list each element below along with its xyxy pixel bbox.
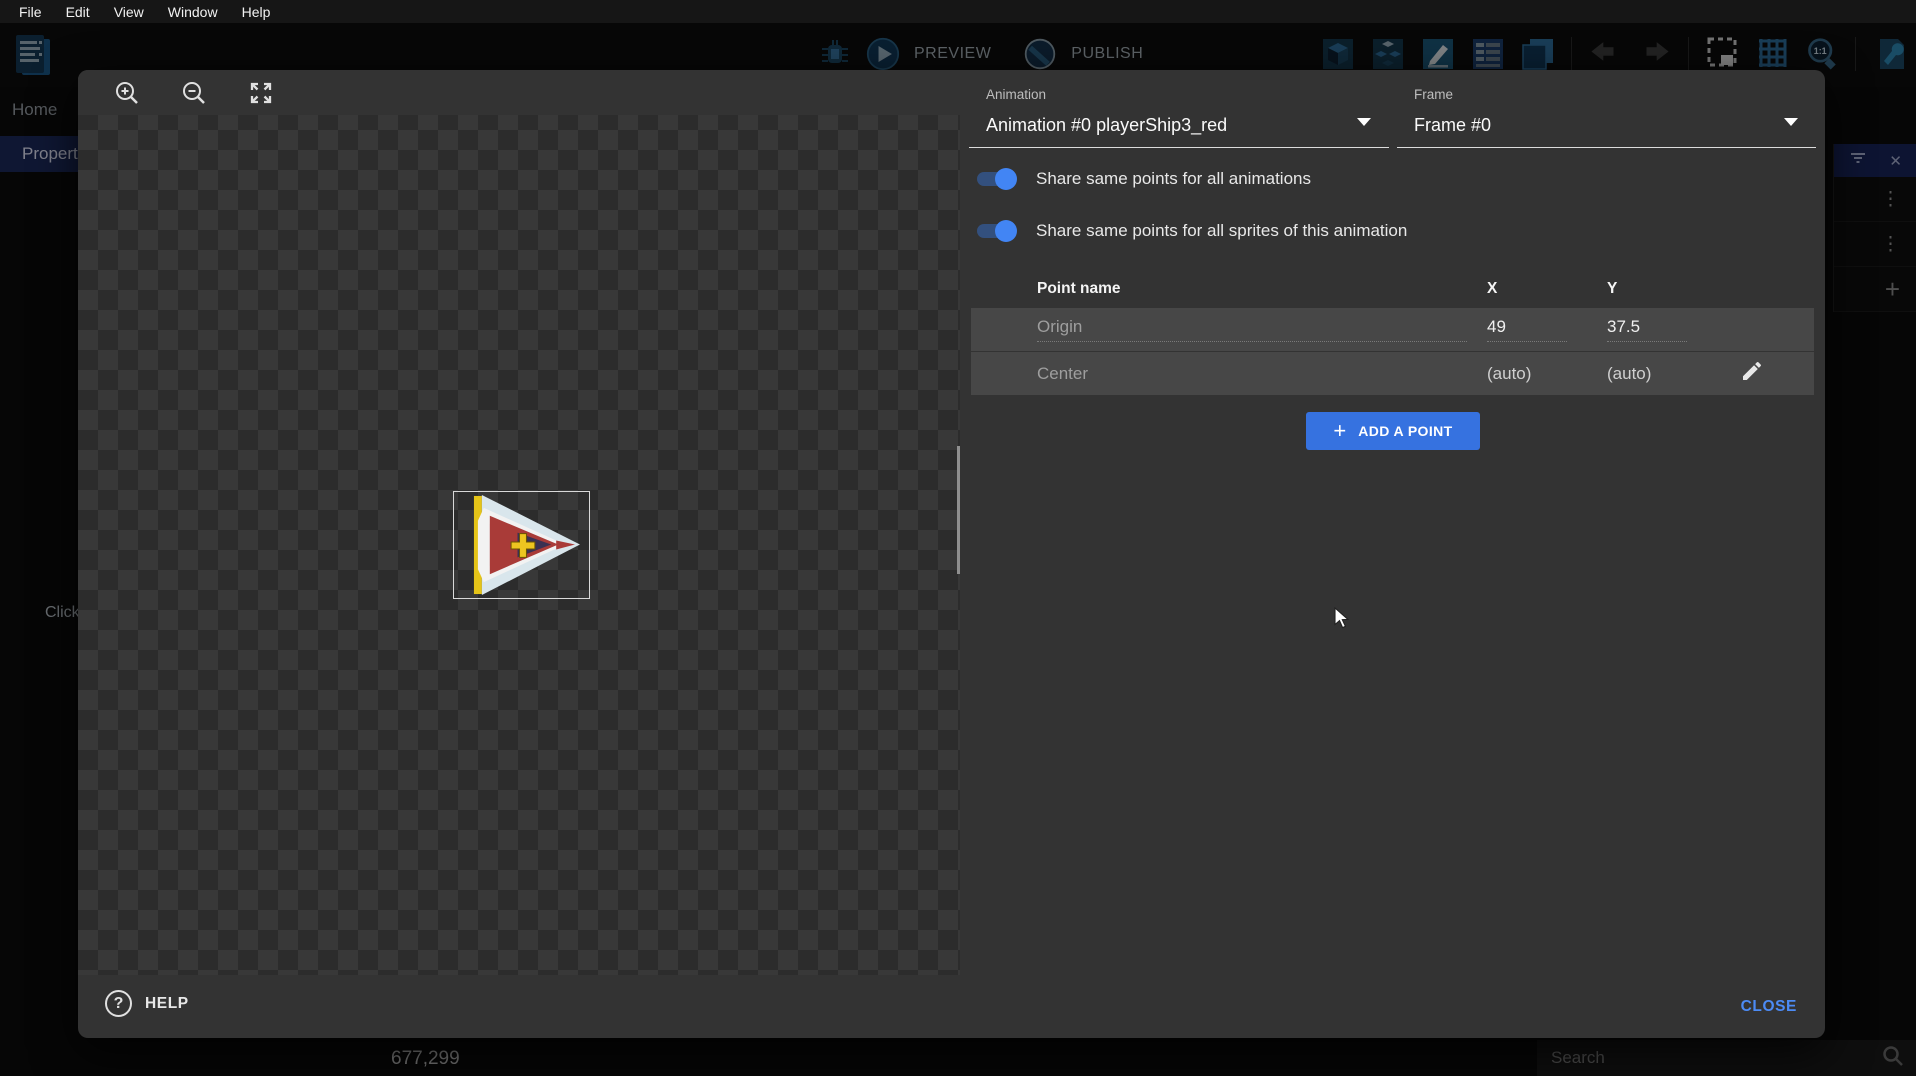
dialog-footer: ? HELP CLOSE [78,975,1825,1038]
menubar: File Edit View Window Help [0,0,1916,23]
frame-select-value: Frame #0 [1414,115,1491,136]
column-header-y: Y [1607,280,1736,298]
add-a-point-button[interactable]: + ADD A POINT [1306,412,1480,450]
point-x-auto: (auto) [1487,364,1531,383]
point-name-field[interactable]: Origin [1037,317,1467,342]
menu-help[interactable]: Help [230,4,283,20]
close-button[interactable]: CLOSE [1733,990,1805,1023]
frame-select[interactable]: Frame Frame #0 [1397,81,1816,148]
chevron-down-icon [1357,118,1371,126]
frame-select-label: Frame [1414,87,1453,102]
help-icon: ? [105,990,132,1017]
add-a-point-label: ADD A POINT [1358,423,1452,439]
table-row-center: Center (auto) (auto) [971,352,1814,395]
points-table-header: Point name X Y [971,270,1814,307]
sprite-selection-box[interactable] [453,491,590,599]
toggle-label: Share same points for all sprites of thi… [1036,221,1407,241]
points-panel: Animation Animation #0 playerShip3_red F… [960,70,1825,975]
edit-point-pencil-icon[interactable] [1740,359,1764,388]
toggle-knob [995,220,1017,242]
edit-points-dialog: Animation Animation #0 playerShip3_red F… [78,70,1825,1038]
help-button[interactable]: ? HELP [105,990,189,1017]
fit-to-view-icon[interactable] [248,80,274,106]
menu-file[interactable]: File [7,4,54,20]
animation-select-label: Animation [986,87,1046,102]
menu-window[interactable]: Window [156,4,230,20]
canvas-toolbar [78,70,960,115]
point-x-field[interactable]: 49 [1487,317,1567,342]
point-name-label: Center [1037,364,1088,383]
share-points-all-sprites-toggle[interactable] [973,220,1017,242]
point-y-field[interactable]: 37.5 [1607,317,1687,342]
column-header-x: X [1487,280,1607,298]
zoom-out-icon[interactable] [181,80,207,106]
sprite-preview-canvas[interactable] [78,70,960,975]
share-points-all-animations-toggle[interactable] [973,168,1017,190]
animation-select-value: Animation #0 playerShip3_red [986,115,1227,136]
points-table: Point name X Y Origin 49 37.5 Center (au… [971,270,1814,395]
select-underline [969,147,1389,148]
toggle-knob [995,168,1017,190]
help-label: HELP [145,995,189,1013]
menu-view[interactable]: View [102,4,156,20]
animation-select[interactable]: Animation Animation #0 playerShip3_red [969,81,1389,148]
column-header-point-name: Point name [1037,280,1487,298]
toggle-label: Share same points for all animations [1036,169,1311,189]
menu-edit[interactable]: Edit [54,4,102,20]
player-ship-sprite [454,492,589,598]
plus-icon: + [1333,420,1346,442]
select-underline [1397,147,1816,148]
zoom-in-icon[interactable] [114,80,140,106]
chevron-down-icon [1784,118,1798,126]
table-row-origin: Origin 49 37.5 [971,308,1814,351]
app-window: File Edit View Window Help [0,0,1916,1076]
point-y-auto: (auto) [1607,364,1651,383]
